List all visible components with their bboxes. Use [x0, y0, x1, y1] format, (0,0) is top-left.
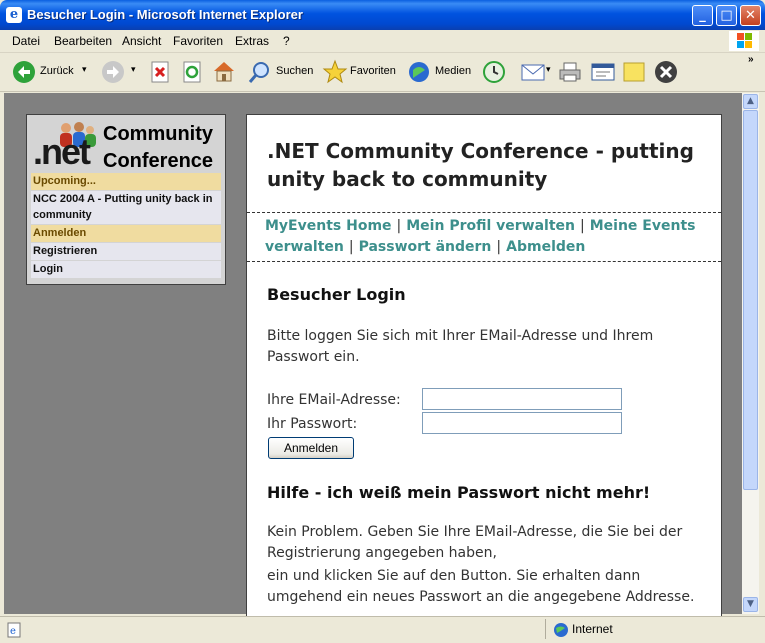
media-icon[interactable]	[407, 60, 431, 84]
status-bar: e Internet	[0, 616, 765, 643]
link-abmelden[interactable]: Abmelden	[506, 239, 585, 255]
back-dropdown-icon[interactable]: ▾	[82, 64, 87, 75]
nav-header-anmelden: Anmelden	[31, 225, 221, 242]
internet-zone-label: Internet	[572, 622, 613, 636]
link-profil-verwalten[interactable]: Mein Profil verwalten	[406, 218, 575, 234]
menu-extras[interactable]: Extras	[235, 34, 269, 48]
help-text-2: ein und klicken Sie auf den Button. Sie …	[267, 568, 695, 605]
print-icon[interactable]	[558, 61, 582, 83]
menu-ansicht[interactable]: Ansicht	[122, 34, 161, 48]
nav-item-login[interactable]: Login	[31, 261, 221, 278]
page-title: .NET Community Conference - putting unit…	[267, 139, 694, 191]
back-arrow-icon[interactable]	[12, 60, 36, 84]
status-divider	[545, 619, 546, 639]
nav-item-ncc-2004[interactable]: NCC 2004 A - Putting unity back in commu…	[31, 191, 221, 224]
messenger-icon[interactable]	[654, 60, 678, 84]
scroll-down-arrow-icon[interactable]: ▼	[743, 597, 758, 612]
windows-logo-icon	[729, 31, 759, 51]
logo-net-text: .net	[33, 131, 91, 172]
mail-dropdown-icon[interactable]: ▾	[546, 64, 551, 75]
internet-zone-globe-icon	[554, 623, 568, 637]
link-myevents-home[interactable]: MyEvents Home	[265, 218, 392, 234]
divider-bottom	[247, 261, 721, 262]
vertical-scrollbar[interactable]: ▲ ▼	[742, 93, 759, 614]
email-field[interactable]	[422, 388, 622, 410]
menu-datei[interactable]: Datei	[12, 34, 40, 48]
logo-title-line2: Conference	[103, 150, 214, 172]
page-done-icon: e	[7, 622, 21, 638]
login-heading: Besucher Login	[267, 285, 406, 304]
forward-arrow-icon[interactable]	[101, 60, 125, 84]
menu-bar: Datei Bearbeiten Ansicht Favoriten Extra…	[0, 30, 765, 53]
logo-title: Community Conference	[103, 121, 213, 175]
mail-icon[interactable]	[520, 62, 546, 82]
history-icon[interactable]	[482, 60, 506, 84]
discuss-note-icon[interactable]	[622, 61, 646, 83]
stop-icon[interactable]	[150, 61, 170, 83]
logo-title-line1: Community	[103, 123, 213, 145]
nav-item-registrieren[interactable]: Registrieren	[31, 243, 221, 260]
toolbar-overflow-icon[interactable]: »	[748, 54, 754, 65]
help-text-1: Kein Problem. Geben Sie Ihre EMail-Adres…	[267, 524, 683, 561]
menu-help[interactable]: ?	[283, 34, 290, 48]
maximize-button[interactable]: □	[716, 5, 737, 26]
forward-dropdown-icon[interactable]: ▾	[131, 64, 136, 75]
nav-header-upcoming: Upcoming...	[31, 173, 221, 190]
svg-text:e: e	[10, 626, 16, 637]
login-intro: Bitte loggen Sie sich mit Ihrer EMail-Ad…	[267, 328, 654, 365]
left-navigation: .net Community Conference Upcoming... NC…	[26, 114, 226, 285]
toolbar: Zurück ▾ ▾ Suchen Favoriten Medien ▾ »	[0, 53, 765, 92]
password-label: Ihr Passwort:	[267, 416, 358, 432]
media-button-label[interactable]: Medien	[435, 65, 471, 77]
scroll-thumb[interactable]	[743, 110, 758, 490]
favorites-button-label[interactable]: Favoriten	[350, 65, 396, 77]
home-icon[interactable]	[211, 59, 237, 83]
minimize-button[interactable]: _	[692, 5, 713, 26]
close-button[interactable]: ✕	[740, 5, 761, 26]
help-heading: Hilfe - ich weiß mein Passwort nicht meh…	[267, 483, 651, 502]
scroll-up-arrow-icon[interactable]: ▲	[743, 94, 758, 109]
menu-favoriten[interactable]: Favoriten	[173, 34, 223, 48]
menu-bearbeiten[interactable]: Bearbeiten	[54, 34, 112, 48]
account-links: MyEvents Home | Mein Profil verwalten | Mein…	[265, 218, 696, 255]
back-button-label[interactable]: Zurück	[40, 65, 74, 77]
favorites-star-icon[interactable]	[322, 59, 348, 85]
refresh-icon[interactable]	[182, 61, 202, 83]
edit-icon[interactable]	[590, 61, 616, 83]
password-field[interactable]	[422, 412, 622, 434]
search-button-label[interactable]: Suchen	[276, 65, 313, 77]
window-title: Besucher Login - Microsoft Internet Expl…	[27, 7, 303, 22]
email-label: Ihre EMail-Adresse:	[267, 392, 401, 408]
ie-page-icon[interactable]: e	[6, 7, 22, 23]
title-bar: e Besucher Login - Microsoft Internet Ex…	[0, 0, 765, 30]
main-content: .NET Community Conference - putting unit…	[246, 114, 722, 634]
search-icon[interactable]	[248, 60, 272, 84]
login-button[interactable]: Anmelden	[268, 437, 354, 459]
divider-top	[247, 212, 721, 213]
link-passwort-aendern[interactable]: Passwort ändern	[359, 239, 492, 255]
